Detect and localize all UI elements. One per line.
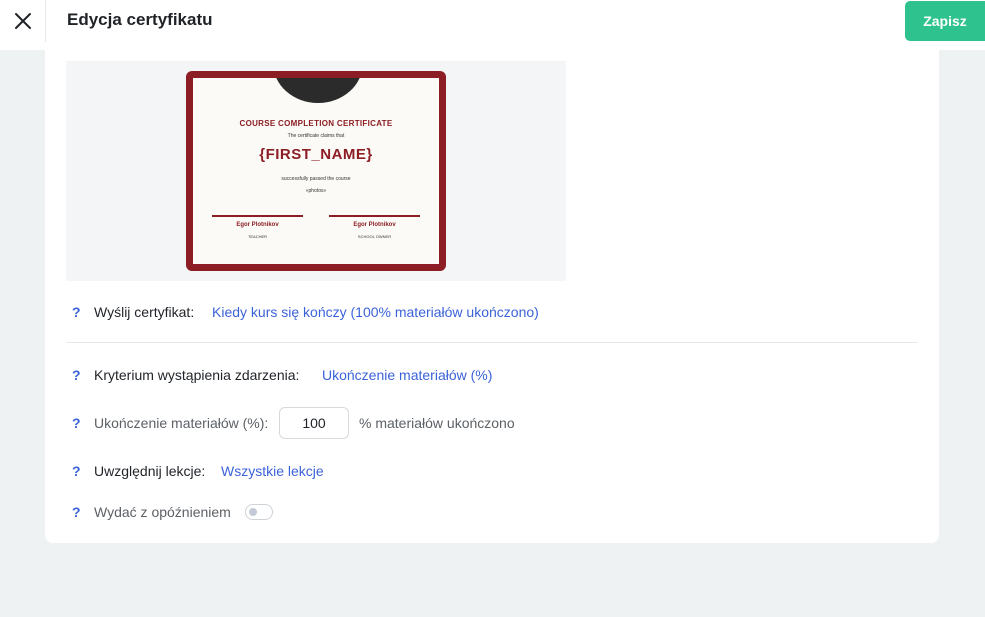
lessons-label: Uwzględnij lekcje:	[94, 463, 206, 479]
help-icon[interactable]: ?	[72, 415, 81, 431]
section-divider	[66, 342, 918, 343]
certificate-frame: COURSE COMPLETION CERTIFICATE The certif…	[186, 71, 446, 271]
certificate-claims-text: The certificate claims that	[287, 133, 345, 139]
page-title: Edycja certyfikatu	[67, 10, 213, 29]
certificate-paper: COURSE COMPLETION CERTIFICATE The certif…	[193, 78, 439, 264]
signature-role-teacher: TEACHER	[247, 234, 268, 239]
delay-row: ? Wydać z opóźnieniem	[45, 497, 939, 527]
toggle-knob	[249, 508, 257, 516]
send-certificate-value[interactable]: Kiedy kurs się kończy (100% materiałów u…	[212, 304, 539, 320]
send-certificate-row: ? Wyślij certyfikat: Kiedy kurs się końc…	[45, 297, 939, 327]
completion-percent-input[interactable]	[279, 407, 349, 439]
help-icon[interactable]: ?	[72, 367, 81, 383]
completion-suffix: % materiałów ukończono	[359, 415, 515, 431]
criterion-value[interactable]: Ukończenie materiałów (%)	[322, 367, 492, 383]
help-icon[interactable]: ?	[72, 504, 81, 520]
signature-line-owner	[329, 215, 420, 217]
save-button[interactable]: Zapisz	[905, 1, 985, 41]
lessons-row: ? Uwzględnij lekcje: Wszystkie lekcje	[45, 456, 939, 486]
lessons-value[interactable]: Wszystkie lekcje	[221, 463, 324, 479]
signature-name-teacher: Egor Plotnikov	[236, 222, 279, 228]
delay-toggle[interactable]	[245, 504, 273, 520]
signature-line-teacher	[212, 215, 303, 217]
certificate-preview[interactable]: COURSE COMPLETION CERTIFICATE The certif…	[66, 61, 566, 281]
signature-role-owner: SCHOOL OWNER	[357, 234, 392, 239]
close-button[interactable]	[0, 0, 46, 42]
certificate-course-name: «photos»	[305, 188, 327, 194]
completion-label: Ukończenie materiałów (%):	[94, 415, 269, 431]
criterion-row: ? Kryterium wystąpienia zdarzenia: Ukońc…	[45, 360, 939, 390]
help-icon[interactable]: ?	[72, 304, 81, 320]
certificate-logo-placeholder	[273, 78, 363, 103]
close-icon	[14, 13, 31, 29]
certificate-heading: COURSE COMPLETION CERTIFICATE	[239, 119, 393, 128]
send-certificate-label: Wyślij certyfikat:	[94, 304, 195, 320]
top-bar: Edycja certyfikatu Zapisz	[0, 0, 985, 50]
help-icon[interactable]: ?	[72, 463, 81, 479]
criterion-label: Kryterium wystąpienia zdarzenia:	[94, 367, 300, 383]
delay-label: Wydać z opóźnieniem	[94, 504, 231, 520]
completion-row: ? Ukończenie materiałów (%): % materiałó…	[45, 408, 939, 438]
certificate-recipient-name: {FIRST_NAME}	[259, 146, 373, 163]
settings-card: COURSE COMPLETION CERTIFICATE The certif…	[45, 50, 939, 543]
signature-name-owner: Egor Plotnikov	[353, 222, 396, 228]
certificate-passed-text: successfully passed the course	[281, 176, 351, 182]
